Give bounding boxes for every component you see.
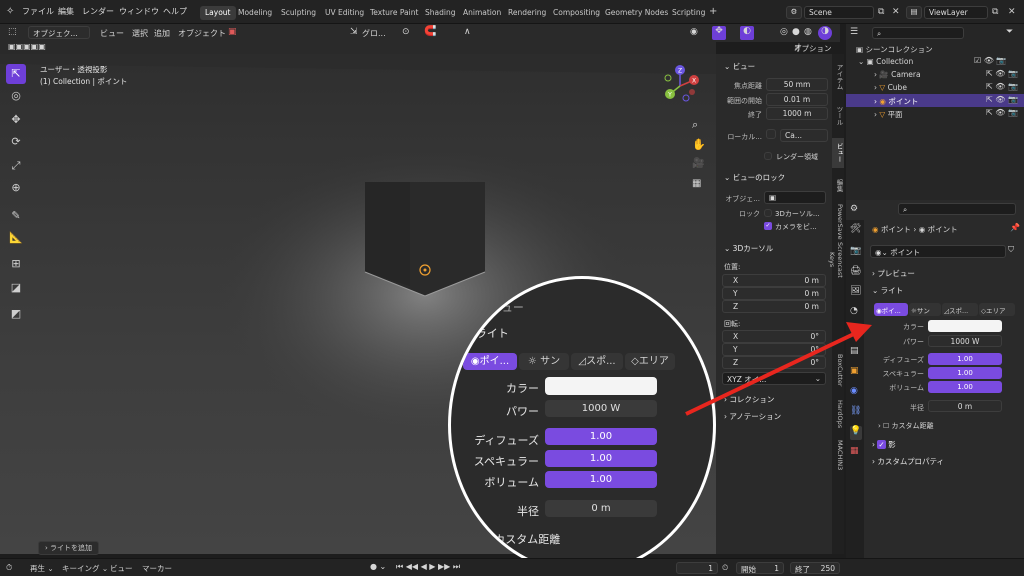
clock-icon: ⏲ bbox=[722, 563, 729, 572]
keying-label: キーイング bbox=[62, 564, 100, 573]
menu-timeline-view[interactable]: ビュー bbox=[110, 563, 133, 574]
start-frame-field[interactable]: 開始 1 bbox=[736, 562, 784, 574]
annotation-arrow bbox=[685, 322, 872, 416]
playback-label: 再生 bbox=[30, 564, 45, 573]
playback-controls[interactable]: ⏮ ◀◀ ◀ ▶ ▶▶ ⏭ bbox=[396, 562, 460, 572]
current-frame-field[interactable]: 1 bbox=[676, 562, 718, 574]
timeline-bar: ⏱ 再生 ⌄ キーイング ⌄ ビュー マーカー ● ⌄ ⏮ ◀◀ ◀ ▶ ▶▶ … bbox=[0, 558, 1024, 576]
start-value: 1 bbox=[774, 564, 779, 573]
end-value: 250 bbox=[820, 564, 835, 573]
timeline-editor-icon[interactable]: ⏱ bbox=[6, 563, 12, 573]
end-label: 終了 bbox=[795, 565, 810, 574]
start-label: 開始 bbox=[741, 565, 756, 574]
menu-keying[interactable]: キーイング ⌄ bbox=[62, 563, 108, 574]
record-button[interactable]: ● ⌄ bbox=[370, 562, 386, 571]
menu-marker[interactable]: マーカー bbox=[142, 563, 172, 574]
end-frame-field[interactable]: 終了 250 bbox=[790, 562, 840, 574]
menu-playback[interactable]: 再生 ⌄ bbox=[30, 563, 54, 574]
